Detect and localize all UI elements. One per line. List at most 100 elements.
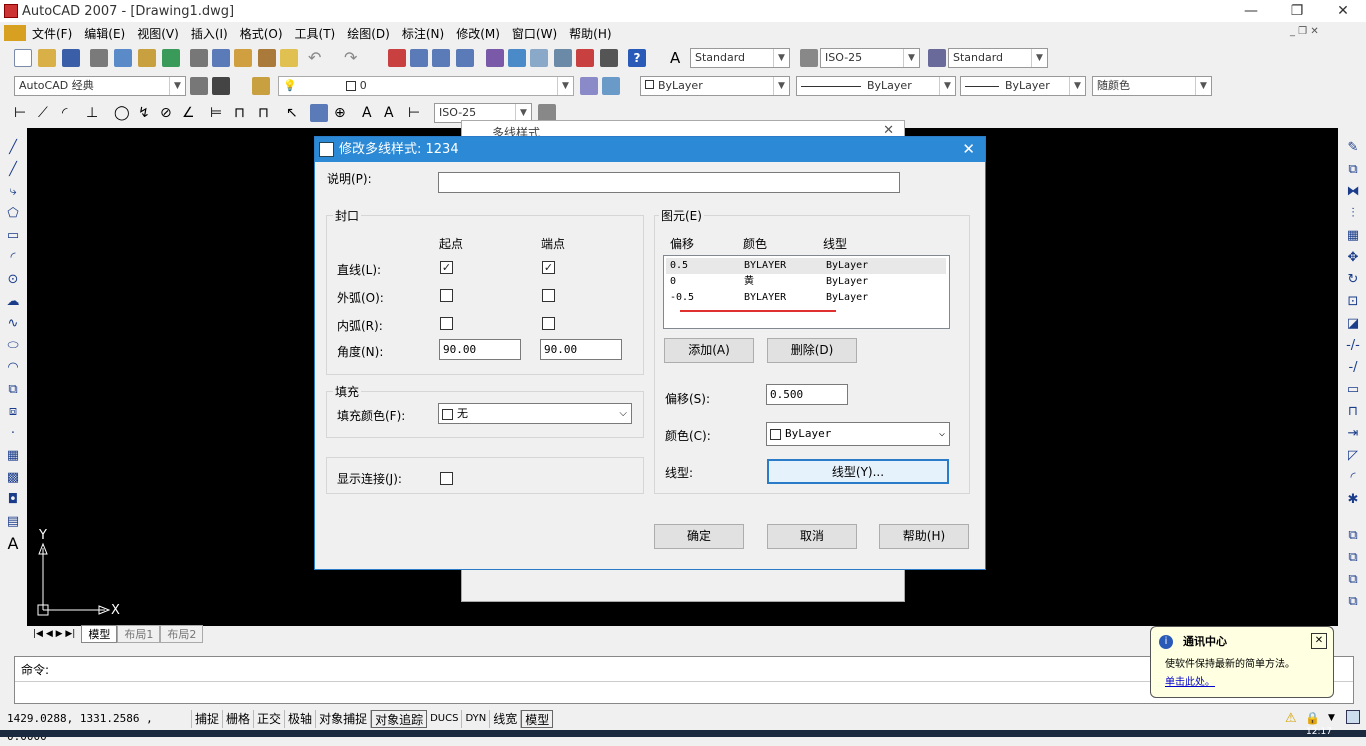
linetype-button[interactable]: 线型(Y)... bbox=[767, 459, 949, 484]
snap-toggle[interactable]: 捕捉 bbox=[192, 710, 224, 728]
angular-dim-icon[interactable]: ∠ bbox=[182, 104, 200, 122]
arc-length-icon[interactable]: ◜ bbox=[62, 104, 80, 122]
layer-select[interactable]: 💡 0 ▼ bbox=[278, 76, 574, 96]
make-block-icon[interactable]: ⧈ bbox=[5, 404, 21, 420]
explode-icon[interactable]: ✱ bbox=[1345, 492, 1361, 508]
ellipse-arc-icon[interactable]: ◠ bbox=[5, 360, 21, 376]
match-properties-icon[interactable] bbox=[258, 49, 276, 67]
paste-icon[interactable] bbox=[234, 49, 252, 67]
workspace-settings-icon[interactable] bbox=[190, 77, 208, 95]
continue-dim-icon[interactable]: ⊓ bbox=[258, 104, 276, 122]
polygon-icon[interactable]: ⬠ bbox=[5, 206, 21, 222]
cut-icon[interactable] bbox=[190, 49, 208, 67]
cap-angle-start-input[interactable]: 90.00 bbox=[439, 339, 521, 360]
dimedit-icon[interactable]: A bbox=[362, 104, 380, 122]
elements-list[interactable]: 0.5 BYLAYER ByLayer 0 黄 ByLayer -0.5 BYL… bbox=[663, 255, 950, 329]
workspace-select[interactable]: AutoCAD 经典 ▼ bbox=[14, 76, 186, 96]
gradient-icon[interactable]: ▩ bbox=[5, 470, 21, 486]
ok-button[interactable]: 确定 bbox=[654, 524, 744, 549]
cancel-button[interactable]: 取消 bbox=[767, 524, 857, 549]
insert-block-icon[interactable]: ⧉ bbox=[5, 382, 21, 398]
leader-icon[interactable]: ↖ bbox=[286, 104, 304, 122]
make-current-layer-icon[interactable] bbox=[580, 77, 598, 95]
aligned-dim-icon[interactable]: ⟋ bbox=[38, 104, 56, 122]
join-icon[interactable]: ⇥ bbox=[1345, 426, 1361, 442]
menu-tools[interactable]: 工具(T) bbox=[289, 25, 342, 42]
rotate-icon[interactable]: ↻ bbox=[1345, 272, 1361, 288]
dimtedit-icon[interactable]: A bbox=[384, 104, 402, 122]
zoom-realtime-icon[interactable] bbox=[410, 49, 428, 67]
menu-format[interactable]: 格式(O) bbox=[234, 25, 289, 42]
diameter-dim-icon[interactable]: ⊘ bbox=[160, 104, 178, 122]
copy-icon[interactable] bbox=[212, 49, 230, 67]
menu-edit[interactable]: 编辑(E) bbox=[78, 25, 131, 42]
lineweight-select[interactable]: ByLayer ▼ bbox=[960, 76, 1086, 96]
fill-color-select[interactable]: 无 ⌵ bbox=[438, 403, 632, 424]
balloon-close-button[interactable]: ✕ bbox=[1311, 633, 1327, 649]
close-button[interactable]: ✕ bbox=[1320, 0, 1366, 22]
dyn-toggle[interactable]: DYN bbox=[462, 710, 491, 728]
sheet-set-icon[interactable] bbox=[554, 49, 572, 67]
scale-icon[interactable]: ⊡ bbox=[1345, 294, 1361, 310]
hatch-icon[interactable]: ▦ bbox=[5, 448, 21, 464]
draworder-above-icon[interactable]: ⧉ bbox=[1345, 572, 1361, 588]
jogged-dim-icon[interactable]: ↯ bbox=[138, 104, 156, 122]
chamfer-icon[interactable]: ◸ bbox=[1345, 448, 1361, 464]
minimize-button[interactable]: — bbox=[1228, 0, 1274, 22]
tab-nav-arrows[interactable]: |◀ ◀ ▶ ▶| bbox=[27, 629, 81, 639]
line-icon[interactable]: ╱ bbox=[5, 140, 21, 156]
osnap-toggle[interactable]: 对象捕捉 bbox=[316, 710, 372, 728]
point-icon[interactable]: · bbox=[5, 426, 21, 442]
menu-help[interactable]: 帮助(H) bbox=[563, 25, 617, 42]
menu-draw[interactable]: 绘图(D) bbox=[341, 25, 396, 42]
grid-toggle[interactable]: 栅格 bbox=[223, 710, 255, 728]
markup-icon[interactable] bbox=[576, 49, 594, 67]
rectangle-icon[interactable]: ▭ bbox=[5, 228, 21, 244]
table-row[interactable]: 0.5 BYLAYER ByLayer bbox=[666, 258, 946, 274]
add-element-button[interactable]: 添加(A) bbox=[664, 338, 754, 363]
tab-layout2[interactable]: 布局2 bbox=[160, 625, 204, 643]
doc-window-controls[interactable]: _ ❐ ✕ bbox=[1290, 26, 1319, 37]
menu-file[interactable]: 文件(F) bbox=[26, 25, 78, 42]
menu-view[interactable]: 视图(V) bbox=[131, 25, 185, 42]
show-joints-checkbox[interactable] bbox=[440, 472, 453, 485]
break-icon[interactable]: ⊓ bbox=[1345, 404, 1361, 420]
quick-dim-icon[interactable]: ⊨ bbox=[210, 104, 228, 122]
zoom-window-icon[interactable] bbox=[432, 49, 450, 67]
block-editor-icon[interactable] bbox=[280, 49, 298, 67]
ordinate-dim-icon[interactable]: ⊥ bbox=[86, 104, 104, 122]
table-icon[interactable]: ▤ bbox=[5, 514, 21, 530]
polar-toggle[interactable]: 极轴 bbox=[285, 710, 317, 728]
ortho-toggle[interactable]: 正交 bbox=[254, 710, 286, 728]
draworder-below-icon[interactable]: ⧉ bbox=[1345, 594, 1361, 610]
dialog-close-icon[interactable]: ✕ bbox=[962, 137, 975, 162]
tool-palettes-icon[interactable] bbox=[530, 49, 548, 67]
calculator-icon[interactable] bbox=[600, 49, 618, 67]
pan-icon[interactable] bbox=[388, 49, 406, 67]
delete-element-button[interactable]: 删除(D) bbox=[767, 338, 857, 363]
layer-previous-icon[interactable] bbox=[602, 77, 620, 95]
multiline-text-icon[interactable]: A bbox=[5, 536, 21, 552]
spline-icon[interactable]: ∿ bbox=[5, 316, 21, 332]
mirror-icon[interactable]: ⧓ bbox=[1345, 184, 1361, 200]
cap-angle-end-input[interactable]: 90.00 bbox=[540, 339, 622, 360]
copy-object-icon[interactable]: ⧉ bbox=[1345, 162, 1361, 178]
dwf-icon[interactable] bbox=[162, 49, 180, 67]
arc-icon[interactable]: ◜ bbox=[5, 250, 21, 266]
extend-icon[interactable]: -/ bbox=[1345, 360, 1361, 376]
array-icon[interactable]: ▦ bbox=[1345, 228, 1361, 244]
table-row[interactable]: -0.5 BYLAYER ByLayer bbox=[666, 290, 946, 306]
tab-model[interactable]: 模型 bbox=[81, 625, 118, 643]
maximize-button[interactable]: ❐ bbox=[1274, 0, 1320, 22]
redo-icon[interactable]: ↷ bbox=[344, 49, 362, 67]
workspace-save-icon[interactable] bbox=[212, 77, 230, 95]
element-color-select[interactable]: ByLayer ⌵ bbox=[766, 422, 950, 446]
text-style-select[interactable]: Standard ▼ bbox=[690, 48, 790, 68]
menu-window[interactable]: 窗口(W) bbox=[506, 25, 563, 42]
save-icon[interactable] bbox=[62, 49, 80, 67]
dim-style-select[interactable]: ISO-25 ▼ bbox=[820, 48, 920, 68]
cap-outer-arc-start-checkbox[interactable] bbox=[440, 289, 453, 302]
clean-screen-icon[interactable] bbox=[1346, 710, 1360, 724]
properties-icon[interactable] bbox=[486, 49, 504, 67]
zoom-previous-icon[interactable] bbox=[456, 49, 474, 67]
